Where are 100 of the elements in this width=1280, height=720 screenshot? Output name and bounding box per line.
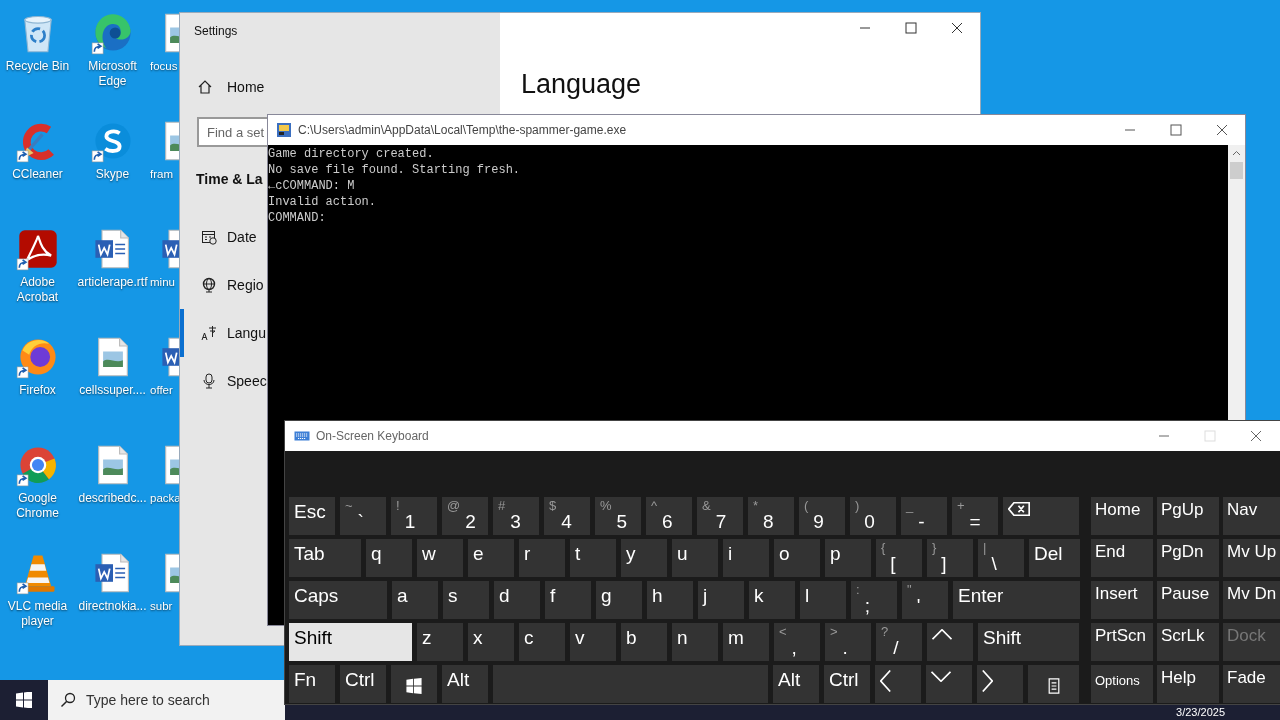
keyboard-key[interactable]: n <box>672 623 718 661</box>
keyboard-key[interactable]: w <box>417 539 463 577</box>
keyboard-key[interactable]: u <box>672 539 718 577</box>
keyboard-key[interactable]: h <box>647 581 693 619</box>
keyboard-key[interactable]: ScrLk <box>1157 623 1219 661</box>
search-field[interactable]: Type here to search <box>48 680 285 720</box>
keyboard-key[interactable]: m <box>723 623 769 661</box>
keyboard-key[interactable]: Del <box>1029 539 1080 577</box>
keyboard-key[interactable]: Help <box>1157 665 1219 703</box>
clock-date[interactable]: 3/23/2025 <box>1176 706 1225 718</box>
window-title: Settings <box>194 24 238 38</box>
keyboard-key[interactable] <box>391 665 437 703</box>
keyboard-key[interactable]: Shift <box>978 623 1079 661</box>
keyboard-key[interactable]: + = <box>952 497 998 535</box>
keyboard-key[interactable]: Nav <box>1223 497 1280 535</box>
keyboard-key[interactable]: _ - <box>901 497 947 535</box>
keyboard-key[interactable]: Fade <box>1223 665 1280 703</box>
keyboard-key[interactable]: f <box>545 581 591 619</box>
home-nav-item[interactable]: Home <box>197 79 265 95</box>
backspace-icon <box>1008 502 1030 516</box>
keyboard-key[interactable]: c <box>519 623 565 661</box>
keyboard-key[interactable]: # 3 <box>493 497 539 535</box>
keyboard-key[interactable]: % 5 <box>595 497 641 535</box>
keyboard-key[interactable]: g <box>596 581 642 619</box>
section-heading: Time & La <box>196 171 263 187</box>
keyboard-key[interactable]: o <box>774 539 820 577</box>
keyboard-key[interactable]: Pause <box>1157 581 1219 619</box>
keyboard-key[interactable]: & 7 <box>697 497 743 535</box>
keyboard-key[interactable]: l <box>800 581 846 619</box>
desktop-icon-label: VLC media player <box>6 599 69 629</box>
keyboard-key[interactable]: ? / <box>876 623 922 661</box>
keyboard-key[interactable]: p <box>825 539 871 577</box>
search-field[interactable]: Find a set <box>197 117 267 147</box>
keyboard-key[interactable] <box>875 665 921 703</box>
nav-item[interactable]: Date <box>180 213 268 261</box>
desktop-icon-label: Google Chrome <box>15 491 60 521</box>
keyboard-key[interactable]: ! 1 <box>391 497 437 535</box>
keyboard-key[interactable]: ) 0 <box>850 497 896 535</box>
keyboard-key[interactable] <box>926 665 972 703</box>
keyboard-key[interactable]: b <box>621 623 667 661</box>
keyboard-key[interactable]: PgDn <box>1157 539 1219 577</box>
keyboard-key[interactable]: x <box>468 623 514 661</box>
keyboard-key[interactable]: Insert <box>1091 581 1153 619</box>
keyboard-key[interactable]: Ctrl <box>340 665 386 703</box>
keyboard-key[interactable] <box>1028 665 1079 703</box>
keyboard-key[interactable]: e <box>468 539 514 577</box>
nav-item[interactable]: Speec <box>180 357 268 405</box>
keyboard-key[interactable]: d <box>494 581 540 619</box>
keyboard-key[interactable]: a <box>392 581 438 619</box>
keyboard-key[interactable]: Mv Up <box>1223 539 1280 577</box>
document-swoosh-icon[interactable] <box>15 227 60 271</box>
keyboard-key[interactable]: Enter <box>953 581 1080 619</box>
keyboard-key[interactable] <box>1003 497 1079 535</box>
windows-logo-icon[interactable] <box>16 692 32 708</box>
keyboard-key[interactable]: Caps <box>289 581 387 619</box>
keyboard-key[interactable]: r <box>519 539 565 577</box>
console-line: Invalid action. <box>268 194 378 210</box>
keyboard-key[interactable]: : ; <box>851 581 897 619</box>
keyboard-key[interactable]: { [ <box>876 539 922 577</box>
keyboard-key[interactable]: PgUp <box>1157 497 1219 535</box>
page-heading: Language <box>521 69 643 100</box>
desktop-icon-label: focus <box>150 59 178 74</box>
keyboard-key[interactable]: * 8 <box>748 497 794 535</box>
keyboard-key[interactable]: ^ 6 <box>646 497 692 535</box>
keyboard-key[interactable]: Alt <box>773 665 819 703</box>
window-title: C:\Users\admin\AppData\Local\Temp\the-spammer-game.exe <box>298 123 627 137</box>
keyboard-key[interactable]: j <box>698 581 744 619</box>
keyboard-key[interactable]: Alt <box>442 665 488 703</box>
keyboard-key[interactable]: Options <box>1091 665 1153 703</box>
keyboard-key[interactable]: $ 4 <box>544 497 590 535</box>
keyboard-key[interactable]: k <box>749 581 795 619</box>
keyboard-key[interactable]: s <box>443 581 489 619</box>
keyboard-key[interactable]: | \ <box>978 539 1024 577</box>
keyboard-key[interactable]: Mv Dn <box>1223 581 1280 619</box>
keyboard-key[interactable]: @ 2 <box>442 497 488 535</box>
keyboard-key[interactable]: PrtScn <box>1091 623 1153 661</box>
keyboard-key[interactable]: ( 9 <box>799 497 845 535</box>
keyboard-key[interactable]: Ctrl <box>824 665 870 703</box>
keyboard-key[interactable]: z <box>417 623 463 661</box>
keyboard-key[interactable]: End <box>1091 539 1153 577</box>
keyboard-key[interactable]: } ] <box>927 539 973 577</box>
keyboard-key[interactable]: Fn <box>289 665 335 703</box>
keyboard-key[interactable]: " ' <box>902 581 948 619</box>
keyboard-key[interactable] <box>927 623 973 661</box>
keyboard-key[interactable]: Tab <box>289 539 361 577</box>
keyboard-key[interactable]: t <box>570 539 616 577</box>
keyboard-key[interactable]: y <box>621 539 667 577</box>
keyboard-key[interactable]: < , <box>774 623 820 661</box>
scroll-thumb[interactable] <box>1230 162 1243 179</box>
nav-item[interactable]: Regio <box>180 261 268 309</box>
keyboard-key[interactable]: i <box>723 539 769 577</box>
keyboard-key[interactable]: Shift <box>289 623 412 661</box>
keyboard-key[interactable]: Home <box>1091 497 1153 535</box>
keyboard-key[interactable] <box>977 665 1023 703</box>
keyboard-key[interactable]: > . <box>825 623 871 661</box>
keyboard-key[interactable]: q <box>366 539 412 577</box>
keyboard-key[interactable]: v <box>570 623 616 661</box>
keyboard-key[interactable]: ~ ` <box>340 497 386 535</box>
keyboard-key[interactable]: Esc <box>289 497 335 535</box>
shortcut-arrow-icon <box>91 150 103 163</box>
